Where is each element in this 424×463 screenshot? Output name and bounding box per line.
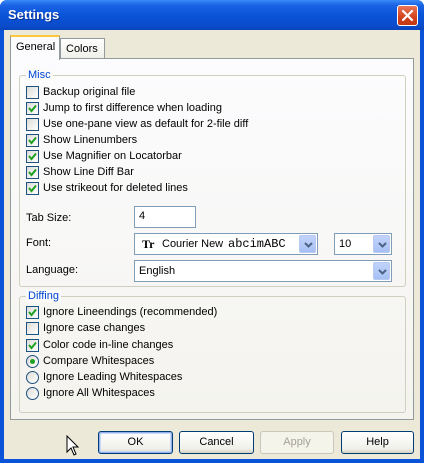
close-button[interactable] — [397, 5, 418, 26]
ok-button[interactable]: OK — [98, 431, 173, 454]
checkmark-icon — [28, 184, 37, 193]
checkbox[interactable] — [26, 150, 39, 163]
radio-selected-dot — [30, 359, 35, 364]
radio-ignore-all-whitespaces[interactable]: Ignore All Whitespaces — [26, 386, 326, 402]
diffing-group-label: Diffing — [26, 290, 61, 302]
apply-button[interactable]: Apply — [260, 431, 334, 454]
option-magnifier[interactable]: Use Magnifier on Locatorbar — [26, 149, 326, 165]
close-icon — [401, 9, 414, 22]
checkbox[interactable] — [26, 134, 39, 147]
chevron-down-icon — [304, 242, 313, 248]
checkmark-icon — [28, 136, 37, 145]
misc-group-label: Misc — [26, 69, 53, 81]
title-bar[interactable]: Settings — [0, 0, 424, 30]
option-ignore-lineendings[interactable]: Ignore Lineendings (recommended) — [26, 305, 326, 321]
radio-ignore-leading-whitespaces[interactable]: Ignore Leading Whitespaces — [26, 370, 326, 386]
tab-colors[interactable]: Colors — [60, 38, 105, 58]
font-size-select[interactable]: 10 — [334, 233, 392, 255]
checkbox[interactable] — [26, 86, 39, 99]
checkmark-icon — [28, 104, 37, 113]
radio-button[interactable] — [26, 387, 39, 400]
option-label: Use strikeout for deleted lines — [43, 182, 188, 194]
option-label: Backup original file — [43, 86, 136, 98]
option-label: Show Line Diff Bar — [43, 166, 134, 178]
checkbox[interactable] — [26, 118, 39, 131]
radio-button[interactable] — [26, 371, 39, 384]
checkbox[interactable] — [26, 166, 39, 179]
window-title: Settings — [8, 7, 60, 22]
option-show-linenumbers[interactable]: Show Linenumbers — [26, 133, 326, 149]
font-select[interactable]: Tr Courier New abcimABC — [134, 233, 318, 255]
language-value: English — [139, 265, 176, 277]
option-strikeout[interactable]: Use strikeout for deleted lines — [26, 181, 326, 197]
font-size-value: 10 — [339, 238, 352, 250]
font-name: Courier New — [162, 238, 224, 250]
help-button[interactable]: Help — [341, 431, 414, 454]
option-label: Ignore case changes — [43, 322, 146, 334]
checkmark-icon — [28, 341, 37, 350]
radio-compare-whitespaces[interactable]: Compare Whitespaces — [26, 354, 326, 370]
option-label: Jump to first difference when loading — [43, 102, 222, 114]
font-sample: abcimABC — [228, 237, 286, 251]
checkbox[interactable] — [26, 102, 39, 115]
mouse-cursor-icon — [66, 435, 80, 456]
general-tab-panel: Misc Backup original file Jump to first … — [10, 58, 414, 420]
option-label: Use one-pane view as default for 2-file … — [43, 118, 249, 130]
checkmark-icon — [28, 152, 37, 161]
radio-label: Ignore Leading Whitespaces — [43, 371, 183, 383]
radio-label: Ignore All Whitespaces — [43, 387, 155, 399]
chevron-down-icon — [378, 242, 387, 248]
language-label: Language: — [26, 264, 78, 276]
option-label: Ignore Lineendings (recommended) — [43, 306, 218, 318]
option-color-code-inline[interactable]: Color code in-line changes — [26, 338, 326, 354]
checkbox[interactable] — [26, 306, 39, 319]
option-one-pane-view[interactable]: Use one-pane view as default for 2-file … — [26, 117, 326, 133]
misc-group: Misc Backup original file Jump to first … — [19, 69, 406, 287]
font-label: Font: — [26, 237, 52, 249]
tab-general[interactable]: General — [10, 35, 60, 60]
truetype-font-icon: Tr — [142, 237, 155, 251]
tab-size-input[interactable]: 4 — [134, 206, 196, 228]
diffing-group: Diffing Ignore Lineendings (recommended)… — [19, 290, 406, 413]
settings-window: Settings General Colors Misc Backup orig… — [0, 0, 424, 463]
option-label: Show Linenumbers — [43, 134, 138, 146]
cancel-button[interactable]: Cancel — [179, 431, 254, 454]
language-dropdown-button[interactable] — [373, 262, 390, 280]
checkbox[interactable] — [26, 322, 39, 335]
checkmark-icon — [28, 168, 37, 177]
language-select[interactable]: English — [134, 260, 392, 282]
font-dropdown-button[interactable] — [299, 235, 316, 253]
chevron-down-icon — [378, 269, 387, 275]
tab-size-label: Tab Size: — [26, 212, 72, 224]
font-size-dropdown-button[interactable] — [373, 235, 390, 253]
checkbox[interactable] — [26, 182, 39, 195]
option-jump-first-diff[interactable]: Jump to first difference when loading — [26, 101, 326, 117]
option-ignore-case[interactable]: Ignore case changes — [26, 321, 326, 337]
radio-button[interactable] — [26, 355, 39, 368]
checkmark-icon — [28, 308, 37, 317]
radio-label: Compare Whitespaces — [43, 355, 155, 367]
option-backup[interactable]: Backup original file — [26, 85, 326, 101]
option-line-diff-bar[interactable]: Show Line Diff Bar — [26, 165, 326, 181]
option-label: Use Magnifier on Locatorbar — [43, 150, 182, 162]
checkbox[interactable] — [26, 339, 39, 352]
option-label: Color code in-line changes — [43, 339, 174, 351]
dialog-body: General Colors Misc Backup original file… — [4, 30, 420, 459]
